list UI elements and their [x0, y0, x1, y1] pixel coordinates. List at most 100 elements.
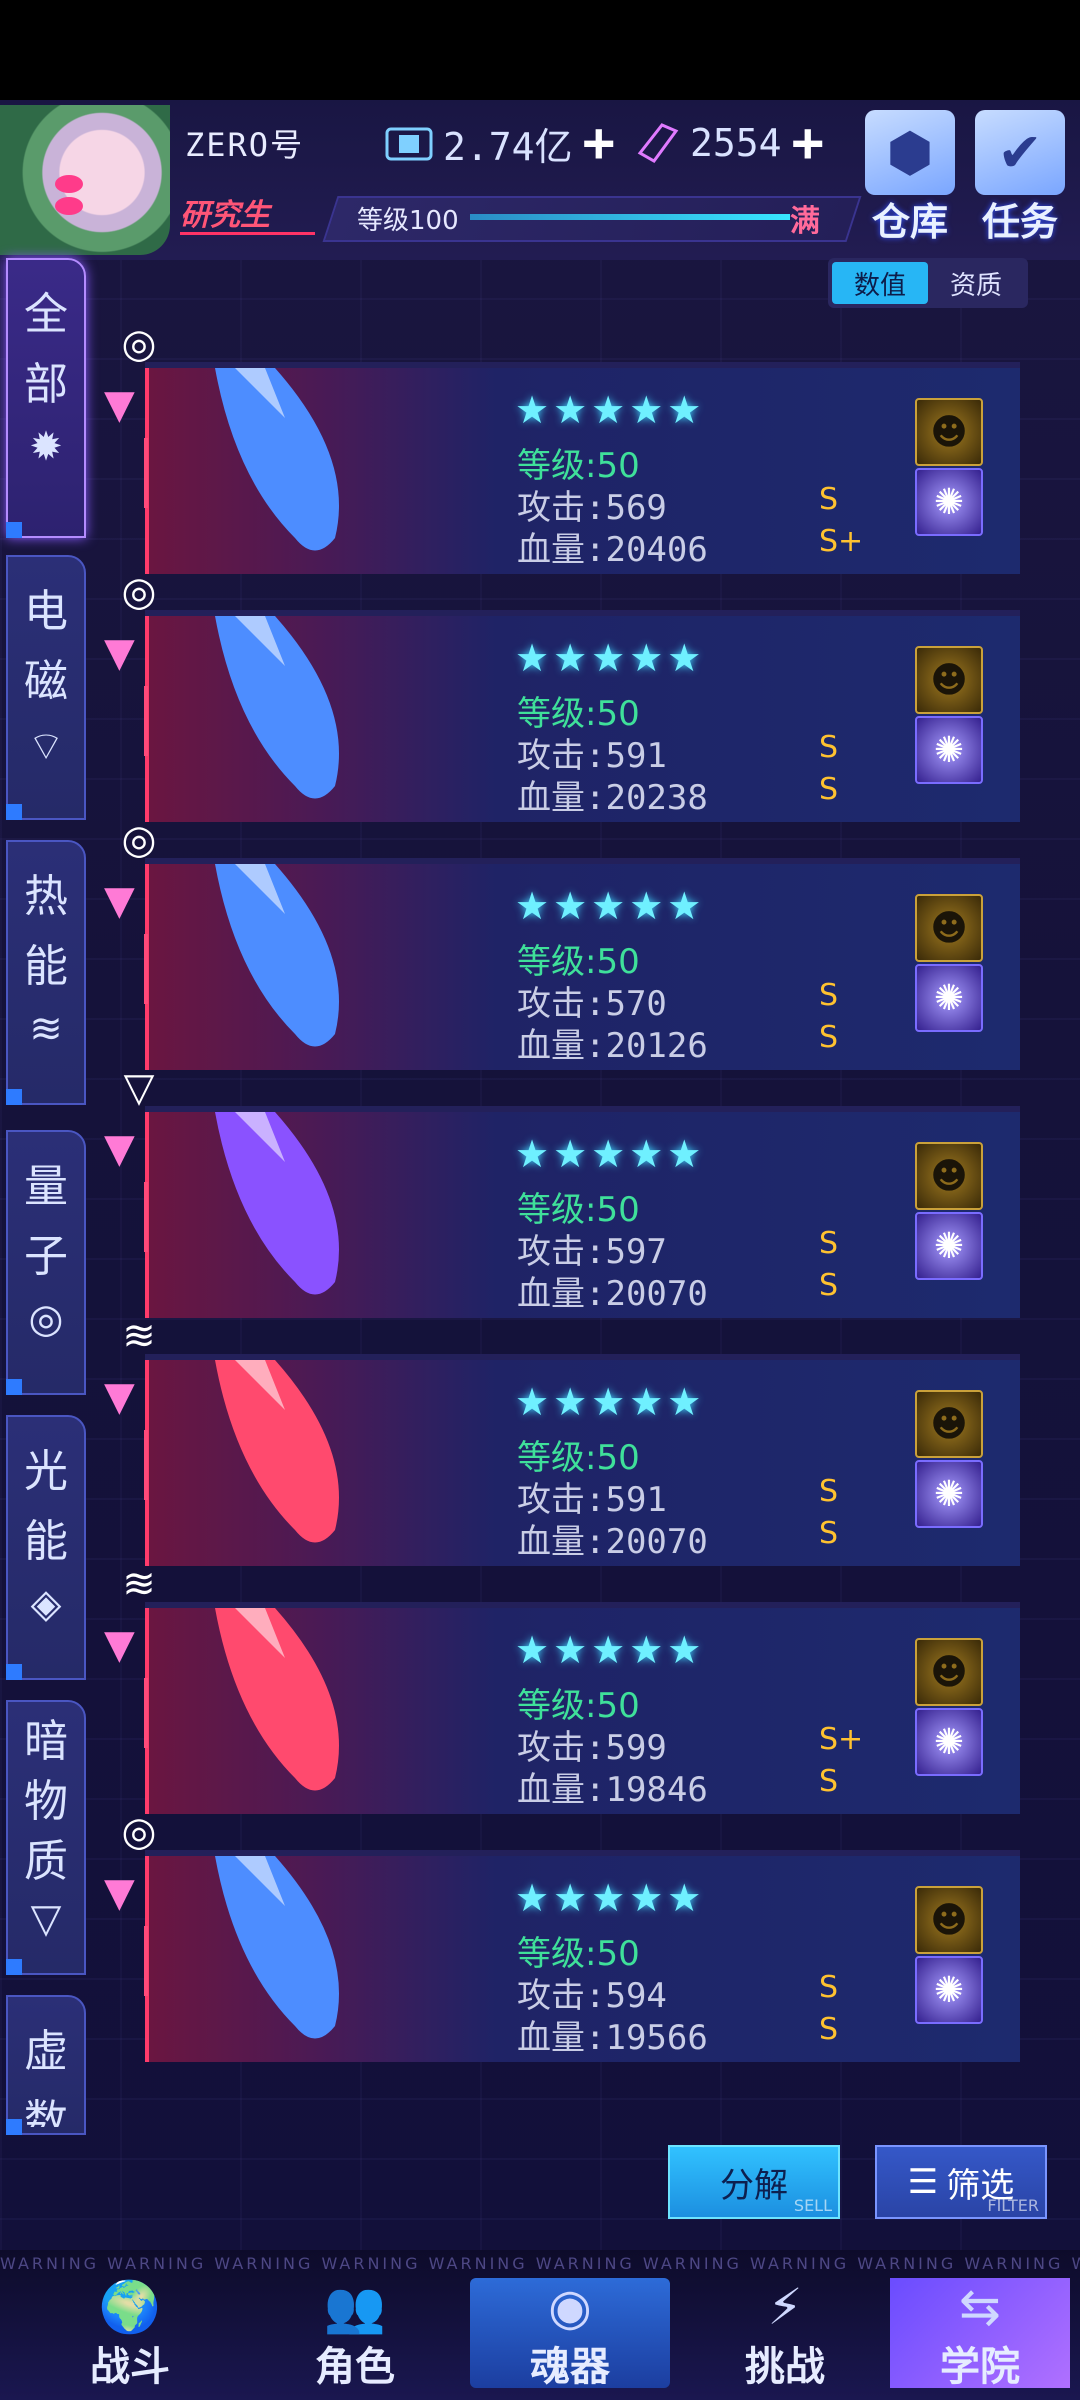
- hp-grade: S: [819, 772, 839, 807]
- nav-challenge[interactable]: ⚡ 挑战: [685, 2278, 885, 2390]
- skill-icon[interactable]: ✺: [915, 964, 983, 1032]
- star-rating: ★★★★★: [515, 1380, 706, 1424]
- sidebar-tab-label: 能: [24, 1516, 68, 1567]
- skill-icon[interactable]: ☻: [915, 646, 983, 714]
- skill-icon[interactable]: ☻: [915, 1886, 983, 1954]
- skill-icon[interactable]: ✺: [915, 468, 983, 536]
- nav-label: 挑战: [745, 2344, 825, 2390]
- nav-characters[interactable]: 👥 角色: [255, 2278, 455, 2390]
- level-max-label: 满: [790, 204, 820, 239]
- tasks-icon: ✔: [975, 110, 1065, 195]
- nav-academy[interactable]: ⇆ 学院: [890, 2278, 1070, 2390]
- item-hp: 血量:19846: [517, 1770, 708, 1810]
- equip-marker-icon: ▼: [104, 1622, 164, 1792]
- filter-button[interactable]: ☰ 筛选 FILTER: [875, 2145, 1047, 2219]
- display-mode-toggle: 数值 资质: [828, 258, 1028, 308]
- quality-tab[interactable]: 资质: [928, 262, 1024, 304]
- attack-grade: S+: [819, 1722, 864, 1757]
- star-rating: ★★★★★: [515, 884, 706, 928]
- sidebar-tab-label: 磁: [24, 656, 68, 707]
- attack-grade: S: [819, 482, 839, 517]
- item-hp: 血量:19566: [517, 2018, 708, 2058]
- sidebar-tab-electromagnetic[interactable]: 电 磁 ⌔: [6, 555, 86, 820]
- blade-icon: [215, 368, 339, 551]
- sidebar-tab-label: 部: [24, 359, 68, 410]
- sidebar-tab-light[interactable]: 光 能 ◈: [6, 1415, 86, 1680]
- sidebar-tab-label: 虚: [24, 2026, 68, 2077]
- skill-icon[interactable]: ✺: [915, 1212, 983, 1280]
- blade-icon: [215, 864, 339, 1047]
- sell-button[interactable]: 分解 SELL: [668, 2145, 840, 2219]
- nav-label: 学院: [940, 2344, 1020, 2390]
- attack-grade: S: [819, 730, 839, 765]
- star-rating: ★★★★★: [515, 1876, 706, 1920]
- skill-icon[interactable]: ✺: [915, 1956, 983, 2024]
- add-crystals-button[interactable]: +: [792, 116, 825, 170]
- skill-icon[interactable]: ☻: [915, 1390, 983, 1458]
- equip-marker-icon: ▼: [104, 630, 164, 800]
- level-progress-fill: [470, 214, 790, 220]
- hp-grade: S: [819, 1268, 839, 1303]
- header: ZERO号 研究生 2.74亿 + 2554 + 等级100 满 ⬢ 仓库 ✔ …: [0, 100, 1080, 260]
- equip-marker-icon: ▼: [104, 1374, 164, 1544]
- filter-sub-label: FILTER: [987, 2196, 1039, 2215]
- add-coins-button[interactable]: +: [583, 116, 616, 170]
- globe-icon: 🌍: [98, 2278, 162, 2336]
- equip-marker-icon: ▼: [104, 382, 164, 552]
- warehouse-button[interactable]: ⬢ 仓库: [860, 110, 960, 260]
- swap-icon: ⇆: [959, 2278, 1001, 2336]
- coin-amount: 2.74亿: [443, 124, 573, 169]
- tasks-label: 任务: [981, 200, 1058, 244]
- equip-marker-icon: ▼: [104, 1126, 164, 1296]
- action-bar: 分解 SELL ☰ 筛选 FILTER: [0, 2130, 1080, 2250]
- crystal-resource: 2554 +: [632, 116, 825, 170]
- item-card[interactable]: ★★★★★ 等级:50 攻击:594 血量:19566 S S ☻ ✺: [145, 1850, 1020, 2062]
- sidebar-tab-label: 量: [24, 1161, 68, 1212]
- tasks-button[interactable]: ✔ 任务: [970, 110, 1070, 260]
- values-tab[interactable]: 数值: [832, 262, 928, 304]
- nav-label: 魂器: [530, 2344, 610, 2390]
- sidebar-tab-all[interactable]: 全 部 ✹: [6, 258, 86, 538]
- sidebar-tab-label: 全: [24, 289, 68, 340]
- skill-icon[interactable]: ☻: [915, 894, 983, 962]
- skill-icon[interactable]: ☻: [915, 1638, 983, 1706]
- warning-strip: WARNING WARNING WARNING WARNING WARNING …: [0, 2254, 1080, 2273]
- skill-icon[interactable]: ✺: [915, 716, 983, 784]
- blade-icon: [215, 616, 339, 799]
- hp-grade: S: [819, 2012, 839, 2047]
- item-card[interactable]: ★★★★★ 等级:50 攻击:591 血量:20238 S S ☻ ✺: [145, 610, 1020, 822]
- item-card[interactable]: ★★★★★ 等级:50 攻击:569 血量:20406 S S+ ☻ ✺: [145, 362, 1020, 574]
- attack-grade: S: [819, 1226, 839, 1261]
- sidebar-tab-label: 能: [24, 941, 68, 992]
- attack-grade: S: [819, 1970, 839, 2005]
- sidebar-tab-label: 物: [24, 1776, 68, 1827]
- item-hp: 血量:20070: [517, 1274, 708, 1314]
- equip-marker-icon: ▼: [104, 878, 164, 1048]
- sidebar-tab-imaginary[interactable]: 虚 数: [6, 1995, 86, 2135]
- sidebar-tab-thermal[interactable]: 热 能 ≋: [6, 840, 86, 1105]
- skill-icon[interactable]: ✺: [915, 1460, 983, 1528]
- nav-soul-vessel[interactable]: ◉ 魂器: [470, 2278, 670, 2390]
- sidebar-tab-dark-matter[interactable]: 暗 物 质 ▽: [6, 1700, 86, 1975]
- blade-icon: [215, 1360, 339, 1543]
- item-card[interactable]: ★★★★★ 等级:50 攻击:570 血量:20126 S S ☻ ✺: [145, 858, 1020, 1070]
- lightning-icon: ⚡: [767, 2278, 803, 2336]
- crystal-icon: [637, 123, 679, 163]
- avatar[interactable]: [0, 105, 170, 255]
- nav-battle[interactable]: 🌍 战斗: [30, 2278, 230, 2390]
- sidebar-tab-label: 热: [24, 871, 68, 922]
- sidebar-tab-quantum[interactable]: 量 子 ◎: [6, 1130, 86, 1395]
- crystal-amount: 2554: [690, 121, 782, 165]
- blade-icon: [215, 1608, 339, 1791]
- item-card[interactable]: ★★★★★ 等级:50 攻击:599 血量:19846 S+ S ☻ ✺: [145, 1602, 1020, 1814]
- item-hp: 血量:20406: [517, 530, 708, 570]
- hp-grade: S: [819, 1020, 839, 1055]
- skill-icon[interactable]: ☻: [915, 398, 983, 466]
- item-card[interactable]: ★★★★★ 等级:50 攻击:591 血量:20070 S S ☻ ✺: [145, 1354, 1020, 1566]
- skill-icon[interactable]: ☻: [915, 1142, 983, 1210]
- item-card[interactable]: ★★★★★ 等级:50 攻击:597 血量:20070 S S ☻ ✺: [145, 1106, 1020, 1318]
- equip-marker-icon: ▼: [104, 1870, 164, 2040]
- skill-icon[interactable]: ✺: [915, 1708, 983, 1776]
- blade-icon: [215, 1112, 339, 1295]
- dark-matter-icon: ▽: [30, 1896, 62, 1942]
